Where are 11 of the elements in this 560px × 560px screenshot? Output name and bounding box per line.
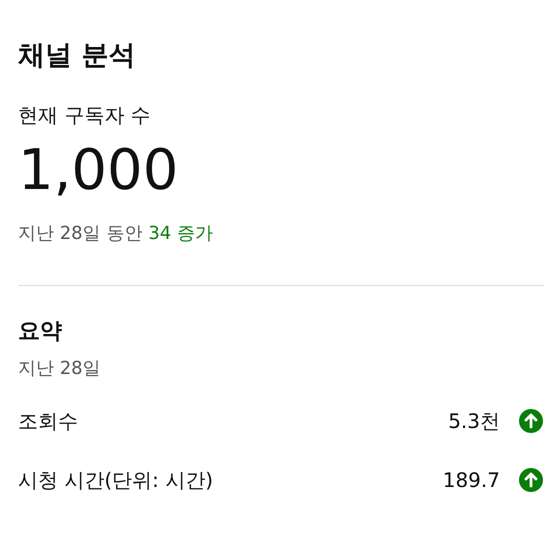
subscribers-label: 현재 구독자 수 (18, 102, 152, 130)
summary-period: 지난 28일 (18, 357, 101, 380)
metric-label: 시청 시간(단위: 시간) (18, 466, 214, 494)
period-text: 지난 28일 동안 (18, 222, 142, 246)
page-title: 채널 분석 (18, 40, 136, 72)
subscriber-count: 1,000 (18, 143, 180, 200)
change-text: 34 증가 (148, 222, 213, 246)
metric-label: 조회수 (18, 408, 79, 435)
metric-value: 5.3천 (448, 408, 500, 435)
summary-title: 요약 (18, 318, 63, 346)
metric-value: 189.7 (442, 468, 500, 492)
